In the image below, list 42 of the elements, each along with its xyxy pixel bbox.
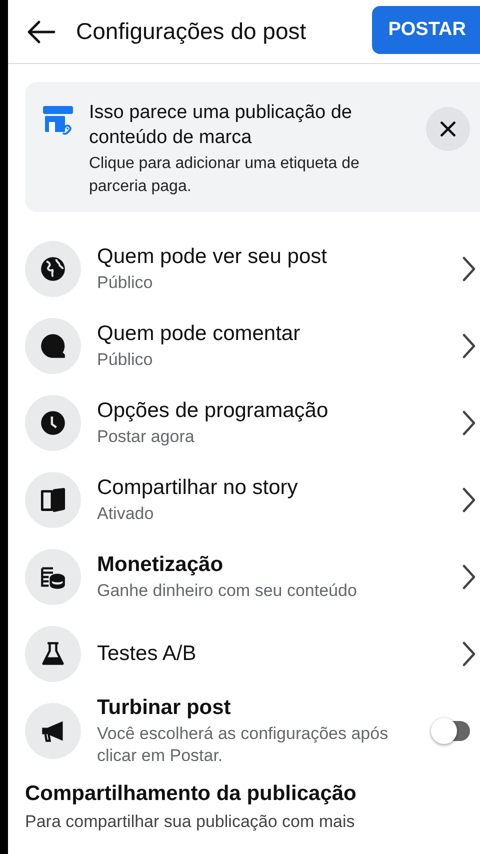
section-text: Para compartilhar sua publicação com mais	[25, 811, 356, 832]
clock-icon	[40, 410, 66, 436]
banner-title: Isso parece uma publicação de conteúdo de marca	[89, 101, 353, 150]
back-icon[interactable]	[26, 20, 56, 44]
setting-row[interactable]: Quem pode comentar Público	[25, 307, 480, 384]
book-icon	[40, 486, 66, 512]
setting-value: Você escolherá as configurações após clicar em Postar.	[97, 723, 390, 767]
chevron-right-icon	[462, 332, 476, 358]
chevron-right-icon	[462, 256, 476, 282]
chevron-right-icon	[462, 486, 476, 512]
setting-value: Postar agora	[97, 426, 196, 448]
setting-row[interactable]: Quem pode ver seu post Público	[25, 230, 480, 307]
post-button[interactable]: POSTAR	[372, 6, 480, 54]
banner-text: Clique para adicionar uma etiqueta de parceria paga.	[89, 154, 360, 197]
chevron-right-icon	[462, 410, 476, 436]
setting-value: Público	[97, 349, 154, 371]
setting-row[interactable]: Opções de programação Postar agora	[25, 384, 480, 461]
setting-title: Opções de programação	[97, 398, 330, 424]
flask-icon	[40, 640, 66, 666]
comment-icon	[40, 332, 66, 358]
setting-title: Monetização	[97, 552, 224, 578]
globe-icon	[40, 256, 66, 282]
setting-row[interactable]: Compartilhar no story Ativado	[25, 461, 480, 538]
setting-title: Compartilhar no story	[97, 475, 299, 501]
page-title: Configurações do post	[76, 18, 308, 45]
setting-row[interactable]: Turbinar post Você escolherá as configurações após clicar em Postar.	[25, 692, 480, 769]
branded-content-banner[interactable]: Isso parece uma publicação de conteúdo de marca Clique para adicionar uma etiqueta de parceria paga.	[25, 82, 480, 212]
setting-value: Público	[97, 272, 154, 294]
toggle-switch[interactable]	[430, 716, 472, 744]
chevron-right-icon	[462, 640, 476, 666]
chevron-right-icon	[462, 564, 476, 590]
setting-title: Testes A/B	[97, 641, 198, 667]
setting-value: Ganhe dinheiro com seu conteúdo	[97, 580, 358, 602]
close-button[interactable]	[426, 107, 470, 151]
setting-title: Turbinar post	[97, 695, 232, 721]
setting-title: Quem pode comentar	[97, 321, 302, 347]
setting-value: Ativado	[97, 503, 155, 525]
section-heading: Compartilhamento da publicação	[25, 781, 358, 807]
setting-row[interactable]: Testes A/B	[25, 615, 480, 692]
setting-row[interactable]: Monetização Ganhe dinheiro com seu conteúdo	[25, 538, 480, 615]
setting-title: Quem pode ver seu post	[97, 244, 328, 270]
close-icon	[439, 120, 457, 138]
